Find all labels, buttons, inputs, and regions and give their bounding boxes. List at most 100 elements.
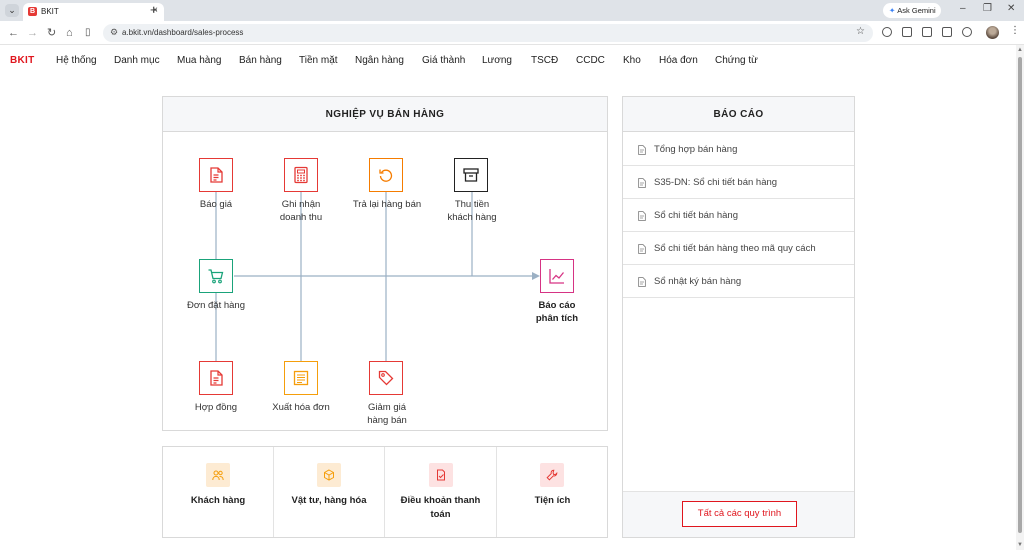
node-thu-tien-khach-hang[interactable] <box>454 158 488 192</box>
new-tab-button[interactable]: + <box>150 3 158 17</box>
undo-icon <box>379 169 393 182</box>
ask-gemini-button[interactable]: ✦ Ask Gemini <box>883 3 941 18</box>
node-bao-cao-phan-tich[interactable] <box>540 259 574 293</box>
report-item[interactable]: Sổ chi tiết bán hàng theo mã quy cách <box>623 232 854 265</box>
page-scrollbar[interactable]: ▲ ▼ <box>1016 45 1024 550</box>
node-ghi-nhan-doanh-thu[interactable] <box>284 158 318 192</box>
app-logo[interactable]: BKIT <box>10 55 35 66</box>
file-check-icon <box>429 463 453 487</box>
scroll-up-arrow[interactable]: ▲ <box>1017 47 1023 53</box>
report-item[interactable]: Sổ chi tiết bán hàng <box>623 199 854 232</box>
menu-kho[interactable]: Kho <box>623 55 641 66</box>
tab-title: BKIT <box>41 7 59 16</box>
report-footer: Tất cả các quy trình <box>623 491 854 537</box>
extensions-puzzle-icon[interactable] <box>962 27 972 37</box>
calculator-icon <box>294 166 308 184</box>
address-bar[interactable]: ⚙ a.bkit.vn/dashboard/sales-process ☆ <box>103 24 873 42</box>
node-ghi-nhan-label-1: Ghi nhận <box>281 199 321 210</box>
extension-icon[interactable] <box>882 27 892 37</box>
menu-he-thong[interactable]: Hệ thống <box>56 55 97 66</box>
node-don-dat-hang[interactable] <box>199 259 233 293</box>
maximize-button[interactable]: ❐ <box>983 3 992 14</box>
site-info-icon[interactable]: ⚙ <box>110 27 118 38</box>
tile-dieu-khoan-label: Điều khoản thanh toán <box>385 494 496 522</box>
window-close-button[interactable]: ✕ <box>1007 3 1015 14</box>
document-icon <box>638 145 646 155</box>
menu-luong[interactable]: Lương <box>482 55 512 66</box>
gemini-icon: ✦ <box>889 6 896 15</box>
menu-tscd[interactable]: TSCĐ <box>531 55 558 66</box>
menu-gia-thanh[interactable]: Giá thành <box>422 55 465 66</box>
payment-icon[interactable] <box>902 27 912 37</box>
bookmark-star-icon[interactable]: ☆ <box>856 26 865 37</box>
wrench-icon <box>540 463 564 487</box>
menu-chung-tu[interactable]: Chứng từ <box>715 55 758 66</box>
sidebar-icon[interactable] <box>942 27 952 37</box>
report-item[interactable]: S35-DN: Sổ chi tiết bán hàng <box>623 166 854 199</box>
tile-dieu-khoan-thanh-toan[interactable]: Điều khoản thanh toán <box>385 447 497 537</box>
report-item-label: Sổ chi tiết bán hàng <box>654 210 738 221</box>
ask-gemini-label: Ask Gemini <box>897 6 936 15</box>
menu-ban-hang[interactable]: Bán hàng <box>239 55 282 66</box>
node-bao-gia[interactable] <box>199 158 233 192</box>
node-don-dat-hang-label: Đơn đặt hàng <box>187 300 245 311</box>
browser-menu-icon[interactable]: ⋮ <box>1010 25 1020 36</box>
document-icon <box>638 244 646 254</box>
menu-mua-hang[interactable]: Mua hàng <box>177 55 221 66</box>
node-xuat-hoa-don[interactable] <box>284 361 318 395</box>
menu-danh-muc[interactable]: Danh mục <box>114 55 160 66</box>
node-ghi-nhan-label-2: doanh thu <box>279 212 323 223</box>
node-tra-lai-label: Trả lại hàng bán <box>352 199 422 210</box>
url-text: a.bkit.vn/dashboard/sales-process <box>122 28 244 37</box>
report-item-label: Sổ nhật ký bán hàng <box>654 276 742 287</box>
report-item-label: S35-DN: Sổ chi tiết bán hàng <box>654 177 778 188</box>
split-view-button[interactable]: ▯ <box>85 26 91 40</box>
cart-icon <box>208 269 224 284</box>
archive-icon <box>463 168 479 182</box>
report-item-label: Sổ chi tiết bán hàng theo mã quy cách <box>654 243 816 254</box>
tab-search-button[interactable]: ⌄ <box>5 4 19 17</box>
node-bao-gia-label: Báo giá <box>199 199 233 210</box>
tile-dieu-khoan-label-1: Điều khoản thanh <box>400 495 481 506</box>
document-icon <box>210 167 223 183</box>
home-button[interactable]: ⌂ <box>66 26 73 40</box>
document-icon <box>638 211 646 221</box>
report-item[interactable]: Tổng hợp bán hàng <box>623 133 854 166</box>
document-icon <box>210 370 223 386</box>
reading-list-icon[interactable] <box>922 27 932 37</box>
node-hop-dong[interactable] <box>199 361 233 395</box>
browser-tab-bar: ⌄ B BKIT × + ✦ Ask Gemini – ❐ ✕ <box>0 0 1024 21</box>
profile-avatar[interactable] <box>986 26 999 39</box>
reload-button[interactable]: ↻ <box>47 26 56 40</box>
node-bao-cao-label-1: Báo cáo <box>538 300 576 311</box>
address-toolbar: ← → ↻ ⌂ ▯ ⚙ a.bkit.vn/dashboard/sales-pr… <box>0 21 1024 45</box>
tile-vat-tu-hang-hoa[interactable]: Vật tư, hàng hóa <box>274 447 385 537</box>
node-xuat-hoa-don-label: Xuất hóa đơn <box>272 402 330 413</box>
all-processes-button[interactable]: Tất cả các quy trình <box>682 501 797 527</box>
back-button[interactable]: ← <box>8 26 19 40</box>
flow-arrow-head <box>532 272 540 280</box>
report-item-label: Tổng hợp bán hàng <box>654 144 738 155</box>
tile-tien-ich[interactable]: Tiện ích <box>497 447 608 537</box>
box-icon <box>317 463 341 487</box>
sales-process-panel: NGHIỆP VỤ BÁN HÀNG Báo giá Ghi nhận doan… <box>162 96 608 431</box>
menu-hoa-don[interactable]: Hóa đơn <box>659 55 698 66</box>
menu-ccdc[interactable]: CCDC <box>576 55 605 66</box>
menu-ngan-hang[interactable]: Ngân hàng <box>355 55 404 66</box>
node-hop-dong-label: Hợp đồng <box>194 402 238 413</box>
forward-button[interactable]: → <box>27 26 38 40</box>
tile-khach-hang-label: Khách hàng <box>190 495 246 506</box>
scroll-thumb[interactable] <box>1018 57 1022 533</box>
scroll-down-arrow[interactable]: ▼ <box>1017 542 1023 548</box>
node-thu-tien-label-1: Thu tiền <box>454 199 490 210</box>
tile-vat-tu-label: Vật tư, hàng hóa <box>291 495 367 506</box>
tile-khach-hang[interactable]: Khách hàng <box>163 447 274 537</box>
document-icon <box>638 178 646 188</box>
node-giam-gia-hang-ban[interactable] <box>369 361 403 395</box>
node-tra-lai-hang-ban[interactable] <box>369 158 403 192</box>
menu-tien-mat[interactable]: Tiền mặt <box>299 55 338 66</box>
report-panel: BÁO CÁO Tổng hợp bán hàng S35-DN: Sổ chi … <box>622 96 855 538</box>
minimize-button[interactable]: – <box>960 3 966 14</box>
report-item[interactable]: Sổ nhật ký bán hàng <box>623 265 854 298</box>
browser-tab[interactable]: B BKIT × <box>23 3 164 21</box>
